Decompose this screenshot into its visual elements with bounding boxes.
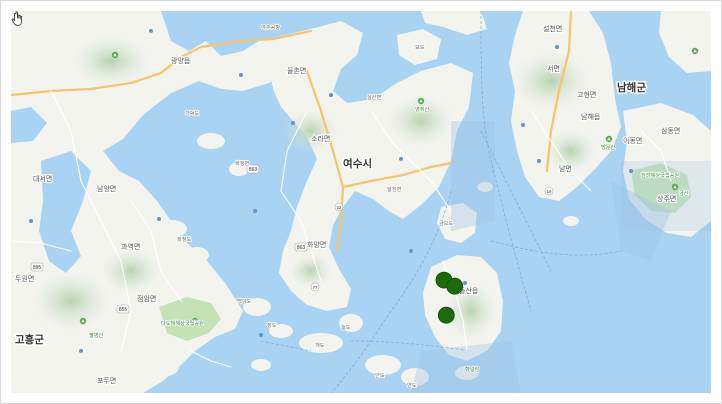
- route-shield-icon: 19: [544, 186, 554, 196]
- label-hallyeo: 한려해상국립공원: [641, 171, 679, 179]
- label-idong: 이동면: [623, 136, 642, 145]
- label-jeomam: 점암면: [137, 294, 156, 303]
- label-samsan: 삼산면: [367, 93, 382, 101]
- label-anseong: 안도: [375, 372, 385, 379]
- label-palyeong: 팔영산: [89, 331, 104, 339]
- label-goheung: 고흥군: [15, 333, 44, 346]
- label-namhae: 남해군: [617, 81, 646, 94]
- route-label: 863: [249, 167, 258, 173]
- mountain-icon: [111, 51, 119, 59]
- map-canvas[interactable]: 895 855 863 863 22 77 19 여수시 남해군 고흥군 소라면…: [11, 11, 711, 393]
- label-daeseo: 대서면: [33, 174, 52, 183]
- route-label: 19: [546, 189, 552, 194]
- route-shield-icon: 855: [116, 304, 130, 314]
- map-view[interactable]: 895 855 863 863 22 77 19 여수시 남해군 고흥군 소라면…: [11, 11, 711, 393]
- label-gohyeon: 고현면: [577, 90, 596, 99]
- label-namhaeeup: 남해읍: [581, 112, 601, 121]
- label-airport: 여수공항: [261, 23, 280, 31]
- label-sangju: 상주면: [657, 194, 676, 203]
- label-podu: 포두면: [97, 376, 116, 385]
- label-dudo: 두원면: [15, 274, 34, 283]
- label-gadeok: 가덕도: [185, 109, 200, 117]
- mountain-icon: [417, 97, 425, 105]
- mountain-icon: [79, 317, 87, 325]
- label-baekya: 백야도: [237, 297, 252, 305]
- label-samdong: 삼동면: [661, 126, 680, 135]
- label-seomyeon: 서면: [547, 64, 560, 73]
- mountain-icon: [671, 183, 679, 191]
- label-nuldo: 늘도: [341, 324, 351, 331]
- route-shield-icon: 77: [310, 282, 320, 292]
- marine-zone-north: [451, 121, 495, 231]
- label-gaedo: 개도: [315, 341, 325, 349]
- label-gwangyang: 광양읍: [171, 57, 191, 65]
- label-hyangiram: 향일암: [465, 365, 480, 373]
- route-shield-icon: 895: [30, 262, 44, 272]
- marker-icon[interactable]: [446, 277, 464, 295]
- label-yeongchwi: 영취산: [415, 105, 430, 113]
- route-shield-icon: 863: [294, 242, 308, 252]
- route-shield-icon: 22: [334, 202, 344, 212]
- label-yeosu: 여수시: [343, 157, 372, 170]
- route-label: 77: [312, 285, 318, 290]
- label-seolcheon: 설천면: [543, 24, 562, 33]
- label-myodo: 묘도: [415, 44, 425, 51]
- marker-icon[interactable]: [437, 306, 455, 324]
- route-label: 855: [119, 307, 128, 313]
- route-label: 895: [33, 265, 42, 271]
- route-label: 22: [336, 205, 342, 210]
- mountain-icon: [605, 135, 613, 143]
- route-label: 863: [297, 245, 306, 251]
- label-namyang: 남양면: [97, 184, 116, 193]
- label-geumsan: 금산: [679, 189, 689, 197]
- label-jangdo: 장도: [267, 322, 277, 329]
- label-gwayeok: 과역면: [121, 242, 140, 251]
- label-dadohae: 다도해해상국립공원: [161, 319, 204, 327]
- hand-cursor-icon: [11, 11, 22, 26]
- label-hwajeong: 화정면: [235, 159, 250, 167]
- label-mangun: 망운산: [601, 143, 616, 151]
- mountain-icon: [691, 47, 699, 55]
- label-geumo: 금오도: [439, 220, 454, 227]
- label-hwayang: 화양면: [307, 240, 326, 249]
- label-namyeon: 남면: [559, 164, 572, 173]
- label-sora: 소라면: [311, 134, 330, 143]
- map-frame: 895 855 863 863 22 77 19 여수시 남해군 고흥군 소라면…: [0, 0, 722, 404]
- label-yeondo: 연도: [407, 381, 417, 389]
- label-dalcheon: 달천면: [387, 185, 402, 193]
- label-yulchon: 율촌면: [287, 66, 306, 75]
- label-hwangdo: 화정도: [177, 236, 192, 243]
